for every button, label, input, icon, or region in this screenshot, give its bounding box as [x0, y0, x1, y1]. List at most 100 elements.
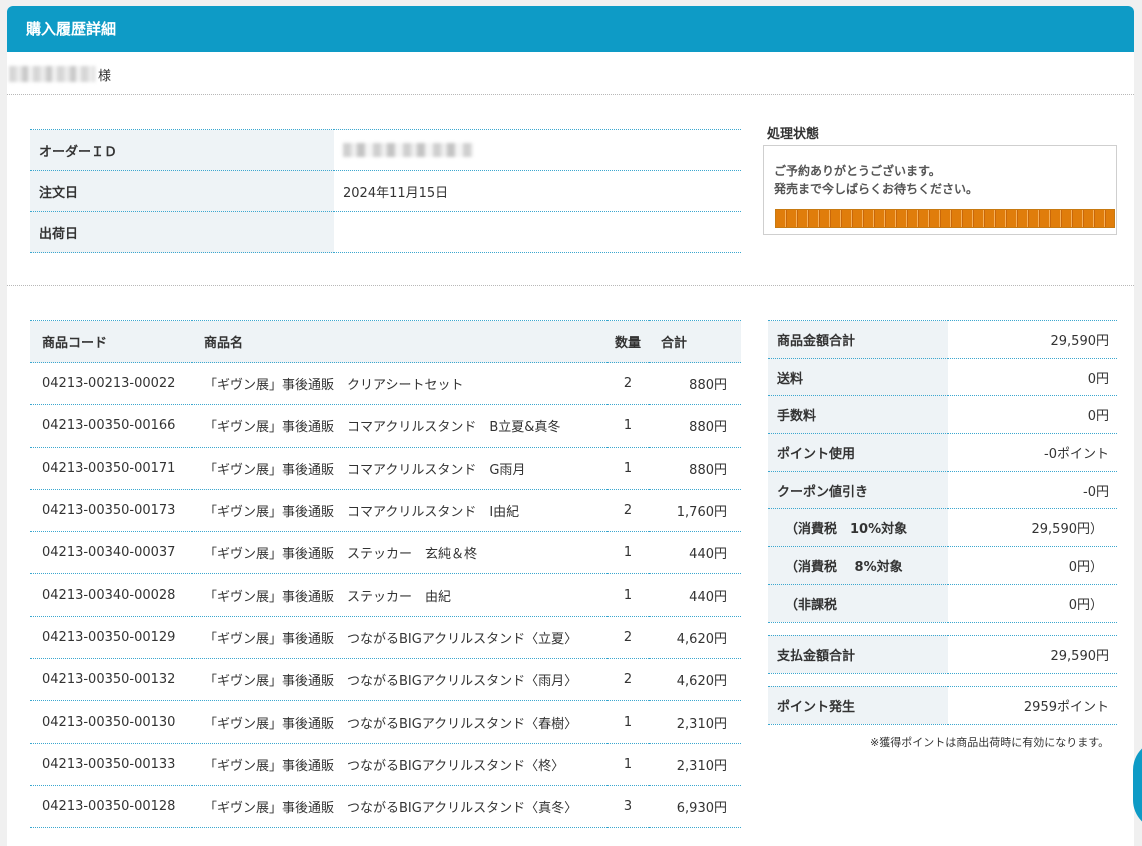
points-used-value: -0ポイント	[948, 433, 1117, 472]
status-progress-fill	[776, 210, 1114, 227]
summary-row-subtotal: 商品金額合計 29,590円	[768, 320, 1117, 359]
item-total: 2,310円	[649, 700, 741, 744]
item-code: 04213-00350-00129	[30, 616, 192, 660]
purchase-history-panel: 購入履歴詳細 様 オーダーＩＤ 注文日 2024年11月15日 出荷日 処理状態…	[7, 6, 1134, 846]
tax10-value: 29,590円）	[948, 508, 1117, 547]
item-qty: 2	[607, 658, 649, 702]
item-code: 04213-00350-00130	[30, 700, 192, 744]
customer-honorific: 様	[98, 69, 112, 84]
table-row: 04213-00350-00166 「ギヴン展」事後通販 コマアクリルスタンド B…	[30, 404, 741, 448]
item-code: 04213-00213-00022	[30, 362, 192, 406]
ship-date-label: 出荷日	[30, 211, 334, 253]
ship-date-value	[334, 211, 741, 253]
subtotal-label: 商品金額合計	[768, 320, 948, 359]
item-name: 「ギヴン展」事後通販 コマアクリルスタンド G雨月	[192, 447, 607, 490]
header-total: 合計	[649, 320, 741, 363]
item-total: 880円	[649, 362, 741, 406]
summary-row-coupon: クーポン値引き -0円	[768, 470, 1117, 509]
item-name: 「ギヴン展」事後通販 つながるBIGアクリルスタンド〈柊〉	[192, 743, 607, 786]
item-name: 「ギヴン展」事後通販 クリアシートセット	[192, 362, 607, 406]
item-name: 「ギヴン展」事後通販 ステッカー 由紀	[192, 573, 607, 617]
status-box: ご予約ありがとうございます。 発売まで今しばらくお待ちください。	[763, 145, 1117, 235]
fee-value: 0円	[948, 395, 1117, 434]
item-code: 04213-00350-00133	[30, 743, 192, 786]
item-name: 「ギヴン展」事後通販 コマアクリルスタンド I由紀	[192, 489, 607, 533]
order-id-row: オーダーＩＤ	[30, 129, 741, 171]
page-title: 購入履歴詳細	[7, 6, 1134, 52]
item-total: 440円	[649, 531, 741, 575]
item-qty: 1	[607, 573, 649, 617]
customer-name-redacted	[9, 66, 95, 82]
item-qty: 1	[607, 700, 649, 744]
status-message-1: ご予約ありがとうございます。	[774, 164, 941, 178]
summary-table: 商品金額合計 29,590円 送料 0円 手数料 0円 ポイント使用 -0ポイン…	[768, 320, 1117, 725]
summary-row-points-used: ポイント使用 -0ポイント	[768, 433, 1117, 472]
tax10-label: （消費税 10%対象	[768, 508, 948, 547]
item-name: 「ギヴン展」事後通販 ステッカー 玄純＆柊	[192, 531, 607, 575]
table-row: 04213-00350-00130 「ギヴン展」事後通販 つながるBIGアクリルス…	[30, 700, 741, 744]
item-total: 6,930円	[649, 785, 741, 829]
points-note: ※獲得ポイントは商品出荷時に有効になります。	[870, 736, 1110, 749]
item-qty: 1	[607, 404, 649, 448]
ship-date-row: 出荷日	[30, 211, 741, 253]
item-name: 「ギヴン展」事後通販 コマアクリルスタンド B立夏&真冬	[192, 404, 607, 448]
item-code: 04213-00350-00166	[30, 404, 192, 448]
table-row: 04213-00350-00129 「ギヴン展」事後通販 つながるBIGアクリルス…	[30, 616, 741, 660]
table-row: 04213-00350-00133 「ギヴン展」事後通販 つながるBIGアクリルス…	[30, 743, 741, 786]
item-code: 04213-00350-00173	[30, 489, 192, 533]
table-row: 04213-00350-00171 「ギヴン展」事後通販 コマアクリルスタンド G…	[30, 447, 741, 490]
floating-action-button[interactable]	[1133, 740, 1142, 830]
item-qty: 3	[607, 785, 649, 829]
item-name: 「ギヴン展」事後通販 つながるBIGアクリルスタンド〈立夏〉	[192, 616, 607, 660]
header-qty: 数量	[607, 320, 649, 363]
divider	[7, 285, 1134, 286]
item-qty: 2	[607, 362, 649, 406]
item-code: 04213-00350-00128	[30, 785, 192, 829]
order-date-value: 2024年11月15日	[334, 170, 741, 212]
item-total: 2,310円	[649, 743, 741, 786]
points-earned-value: 2959ポイント	[948, 685, 1117, 725]
table-row: 04213-00340-00028 「ギヴン展」事後通販 ステッカー 由紀 1 440…	[30, 573, 741, 617]
order-info-table: オーダーＩＤ 注文日 2024年11月15日 出荷日	[30, 129, 741, 253]
payment-value: 29,590円	[948, 634, 1117, 673]
items-header-row: 商品コード 商品名 数量 合計	[30, 320, 741, 363]
shipping-value: 0円	[948, 357, 1117, 396]
item-total: 440円	[649, 573, 741, 617]
table-row: 04213-00350-00132 「ギヴン展」事後通販 つながるBIGアクリルス…	[30, 658, 741, 702]
table-row: 04213-00340-00037 「ギヴン展」事後通販 ステッカー 玄純＆柊 1 4…	[30, 531, 741, 575]
summary-row-nontax: （非課税 0円）	[768, 583, 1117, 622]
item-total: 880円	[649, 404, 741, 448]
status-message-2: 発売まで今しばらくお待ちください。	[774, 182, 979, 196]
nontax-label: （非課税	[768, 583, 948, 622]
nontax-value: 0円）	[948, 583, 1117, 622]
item-qty: 2	[607, 616, 649, 660]
header-code: 商品コード	[30, 320, 192, 363]
summary-row-points-earned: ポイント発生 2959ポイント	[768, 685, 1117, 725]
item-code: 04213-00350-00132	[30, 658, 192, 702]
order-info-section: オーダーＩＤ 注文日 2024年11月15日 出荷日 処理状態 ご予約ありがとう…	[7, 95, 1134, 285]
tax8-label: （消費税 8%対象	[768, 546, 948, 585]
item-code: 04213-00350-00171	[30, 447, 192, 490]
table-row: 04213-00350-00128 「ギヴン展」事後通販 つながるBIGアクリルス…	[30, 785, 741, 829]
item-code: 04213-00340-00028	[30, 573, 192, 617]
item-qty: 1	[607, 743, 649, 786]
summary-row-fee: 手数料 0円	[768, 395, 1117, 434]
order-id-value	[334, 129, 741, 171]
header-name: 商品名	[192, 320, 607, 363]
items-table: 商品コード 商品名 数量 合計 04213-00213-00022 「ギヴン展」事…	[30, 320, 741, 829]
coupon-value: -0円	[948, 470, 1117, 509]
item-total: 4,620円	[649, 658, 741, 702]
item-qty: 1	[607, 447, 649, 490]
summary-row-payment: 支払金額合計 29,590円	[768, 634, 1117, 673]
summary-spacer	[768, 672, 1117, 686]
item-total: 1,760円	[649, 489, 741, 533]
table-row: 04213-00213-00022 「ギヴン展」事後通販 クリアシートセット 2 88…	[30, 362, 741, 406]
tax8-value: 0円）	[948, 546, 1117, 585]
payment-label: 支払金額合計	[768, 634, 948, 673]
subtotal-value: 29,590円	[948, 320, 1117, 359]
shipping-label: 送料	[768, 357, 948, 396]
item-qty: 2	[607, 489, 649, 533]
summary-row-tax8: （消費税 8%対象 0円）	[768, 546, 1117, 585]
item-name: 「ギヴン展」事後通販 つながるBIGアクリルスタンド〈真冬〉	[192, 785, 607, 829]
item-total: 880円	[649, 447, 741, 490]
